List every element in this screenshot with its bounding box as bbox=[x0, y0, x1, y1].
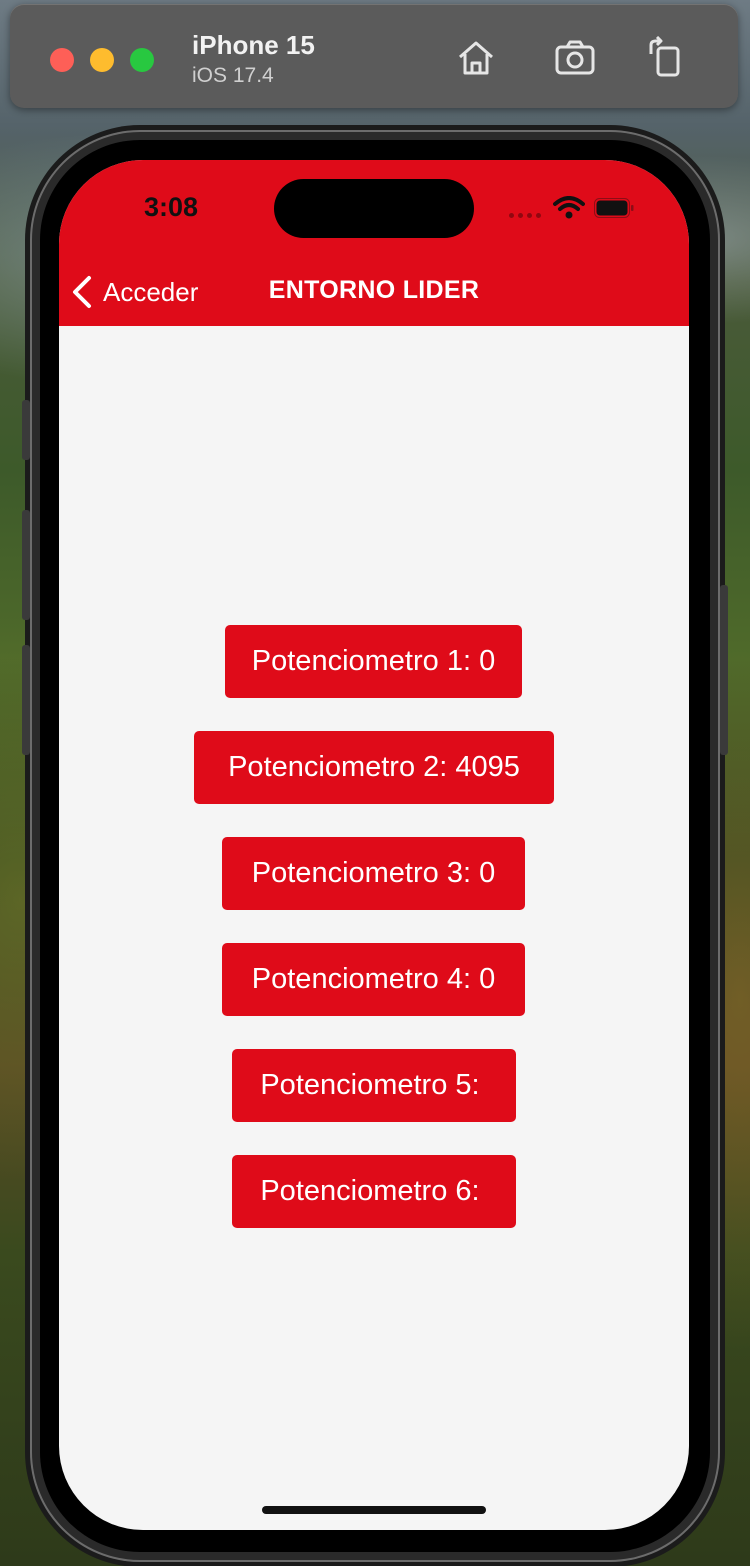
home-indicator[interactable] bbox=[262, 1506, 486, 1514]
potentiometer-3-button[interactable]: Potenciometro 3: 0 bbox=[222, 837, 525, 910]
rotate-icon[interactable] bbox=[641, 34, 689, 82]
zoom-window-button[interactable] bbox=[130, 48, 154, 72]
volume-down-button bbox=[22, 645, 30, 755]
home-icon[interactable] bbox=[452, 34, 500, 82]
power-button bbox=[720, 585, 728, 755]
device-name: iPhone 15 bbox=[192, 30, 315, 60]
mute-switch bbox=[22, 400, 30, 460]
close-window-button[interactable] bbox=[50, 48, 74, 72]
minimize-window-button[interactable] bbox=[90, 48, 114, 72]
volume-up-button bbox=[22, 510, 30, 620]
cellular-signal-icon bbox=[509, 213, 541, 218]
potentiometer-2-button[interactable]: Potenciometro 2: 4095 bbox=[194, 731, 554, 804]
wifi-icon bbox=[553, 196, 585, 219]
status-time: 3:08 bbox=[144, 192, 199, 222]
potentiometer-4-button[interactable]: Potenciometro 4: 0 bbox=[222, 943, 525, 1016]
dynamic-island bbox=[274, 179, 474, 238]
simulator-toolbar: iPhone 15 iOS 17.4 bbox=[10, 4, 738, 108]
potentiometer-6-button[interactable]: Potenciometro 6: bbox=[232, 1155, 516, 1228]
potentiometer-5-button[interactable]: Potenciometro 5: bbox=[232, 1049, 516, 1122]
app-screen: 3:08 Acceder ENTORNO LIDER Potenciometro… bbox=[59, 160, 689, 1530]
potentiometer-1-button[interactable]: Potenciometro 1: 0 bbox=[225, 625, 522, 698]
battery-icon bbox=[594, 198, 634, 218]
screenshot-icon[interactable] bbox=[551, 34, 599, 82]
page-title: ENTORNO LIDER bbox=[268, 276, 480, 304]
navigation-header: 3:08 Acceder ENTORNO LIDER bbox=[59, 160, 689, 326]
os-version: iOS 17.4 bbox=[192, 64, 274, 87]
